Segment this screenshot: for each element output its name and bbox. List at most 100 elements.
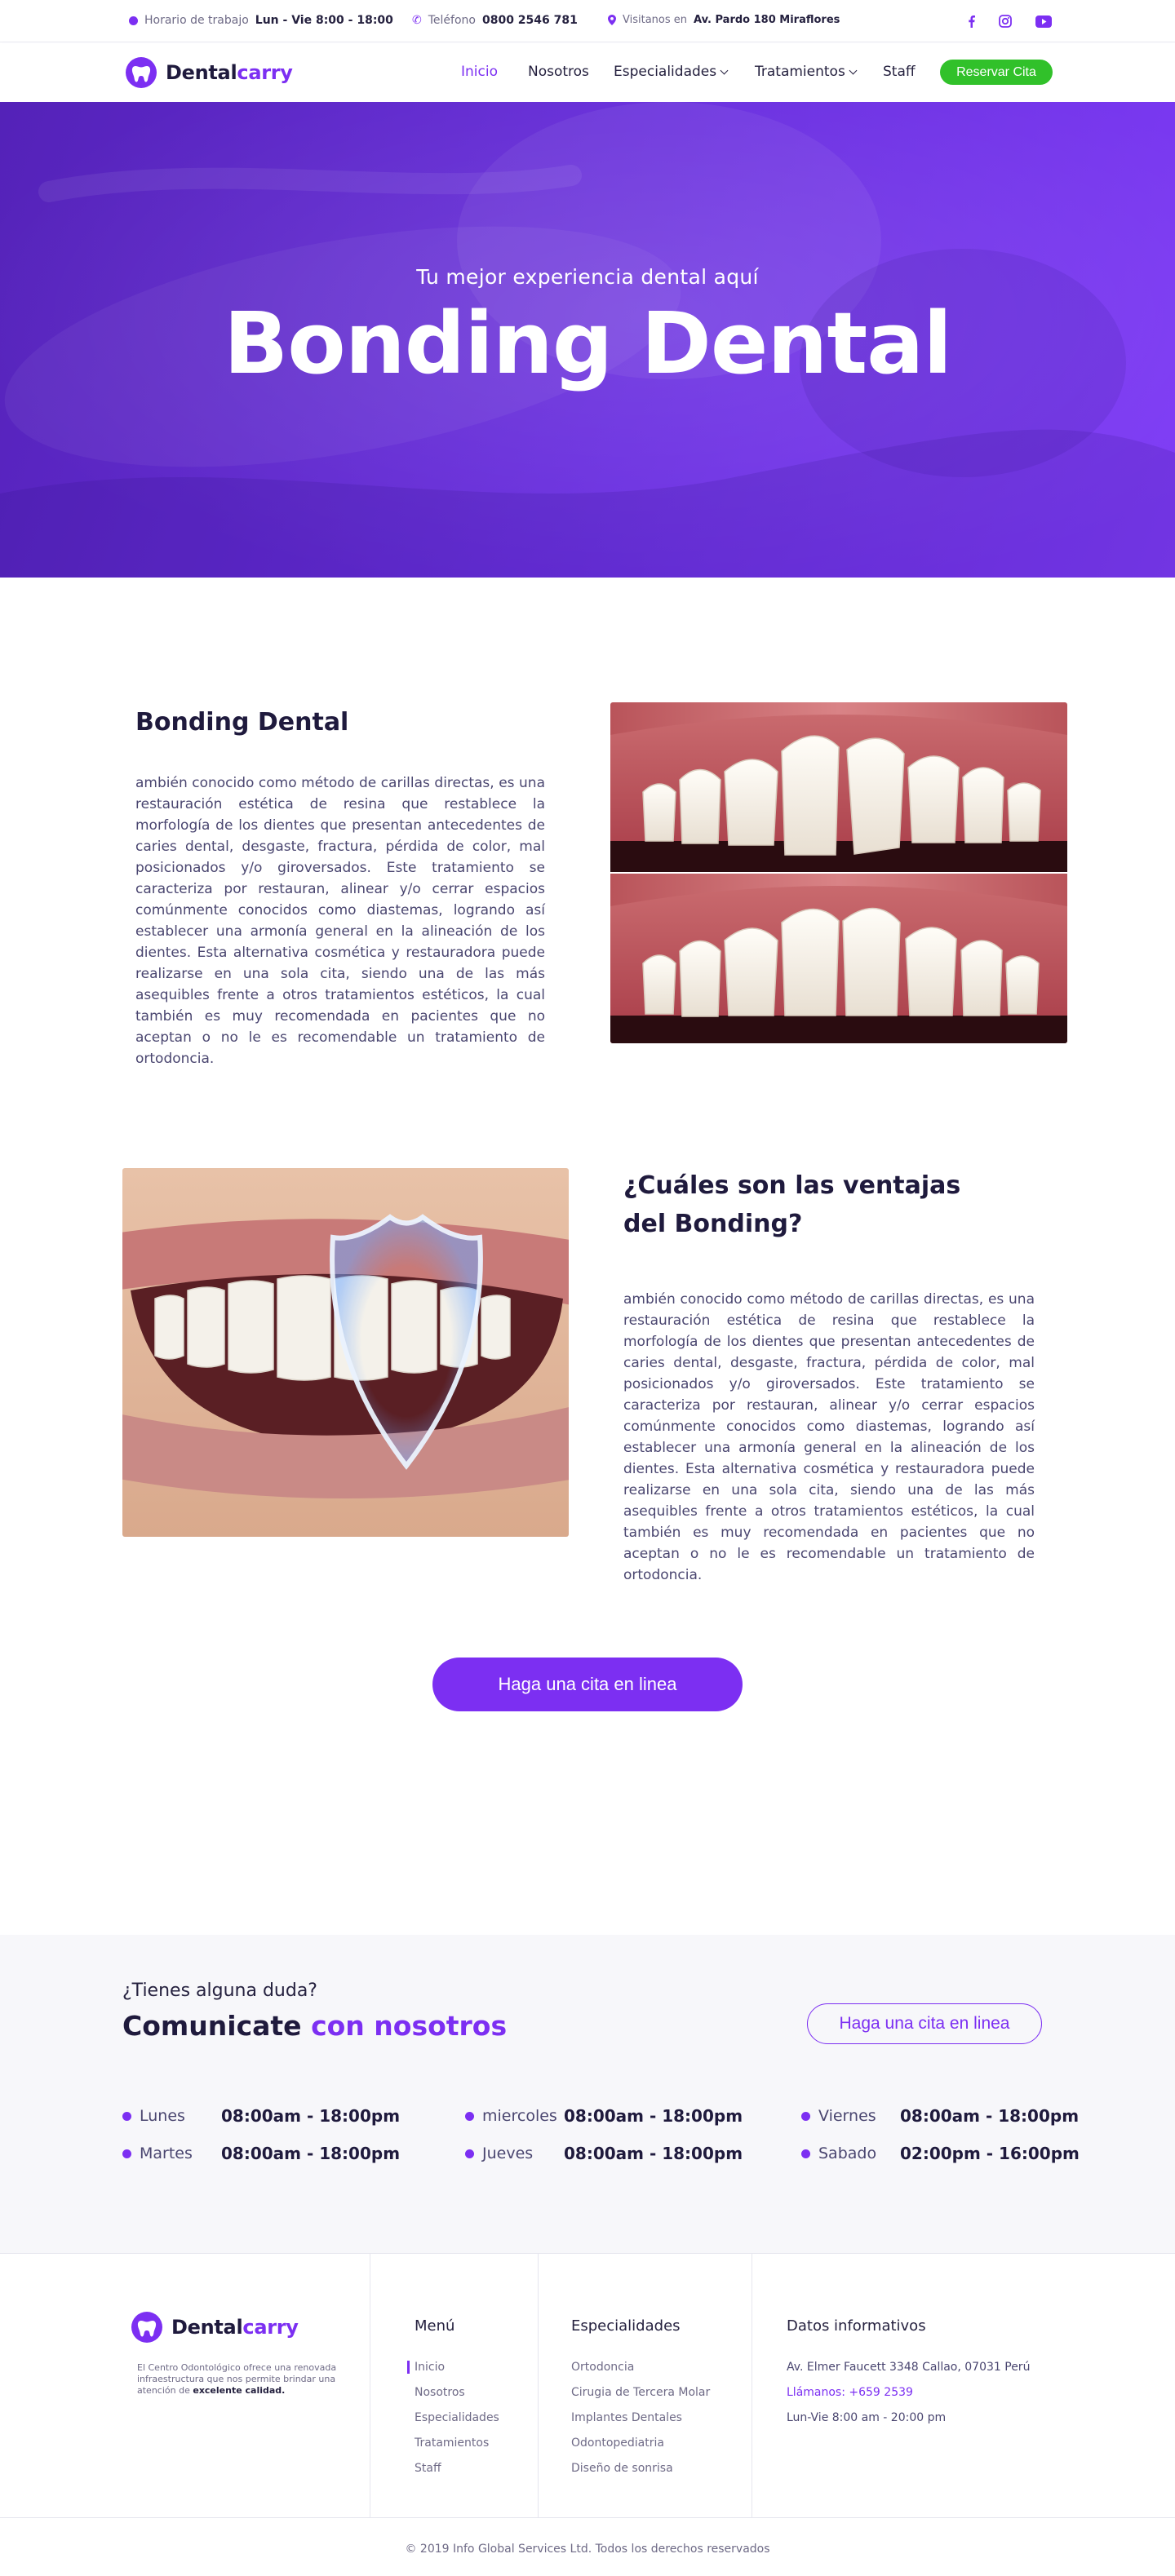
schedule-item: Jueves 08:00am - 18:00pm (465, 2144, 743, 2163)
bullet-icon (801, 2149, 810, 2158)
brand-name: Dentalcarry (166, 61, 293, 84)
footer-menu-tratamientos[interactable]: Tratamientos (415, 2437, 489, 2450)
footer-specialties-title: Especialidades (571, 2317, 681, 2335)
schedule-day: Martes (140, 2144, 193, 2162)
contact-title-part2: con nosotros (311, 2010, 508, 2042)
section1-body: ambién conocido como método de carillas … (135, 775, 545, 1067)
chevron-down-icon (849, 66, 858, 74)
section2-title-line2: del Bonding? (623, 1210, 803, 1238)
footer-logo[interactable]: Dentalcarry (131, 2311, 299, 2344)
address-value: Av. Pardo 180 Miraflores (694, 14, 840, 26)
footer-divider (538, 2254, 539, 2517)
schedule-day: Sabado (818, 2144, 877, 2162)
contact-title-part1: Comunicate (122, 2010, 302, 2042)
schedule-day: miercoles (482, 2107, 557, 2125)
tooth-logo-icon (131, 2312, 162, 2343)
schedule-hours: 08:00am - 18:00pm (564, 2144, 743, 2163)
bullet-icon (122, 2111, 131, 2121)
bullet-icon (465, 2149, 474, 2158)
phone-info[interactable]: ✆ Teléfono 0800 2546 781 (412, 14, 578, 27)
nav-inicio[interactable]: Inicio (461, 64, 498, 80)
reservar-cita-button[interactable]: Reservar Cita (940, 60, 1053, 85)
brand-logo[interactable]: Dentalcarry (125, 56, 293, 89)
working-hours-label: Horario de trabajo (144, 14, 249, 27)
schedule-item: miercoles 08:00am - 18:00pm (465, 2106, 743, 2126)
main-navbar: Dentalcarry Inicio Nosotros Especialidad… (0, 43, 1175, 102)
contact-appointment-button[interactable]: Haga una cita en linea (807, 2003, 1042, 2044)
brand-name-part2: carry (237, 61, 293, 84)
location-pin-icon (608, 15, 616, 25)
schedule-hours: 08:00am - 18:00pm (221, 2106, 401, 2126)
footer-description: El Centro Odontológico ofrece una renova… (137, 2362, 339, 2397)
schedule-day: Jueves (482, 2144, 534, 2162)
footer-address: Av. Elmer Faucett 3348 Callao, 07031 Per… (787, 2361, 1031, 2374)
brand-name-part1: Dental (171, 2316, 243, 2339)
facebook-icon[interactable] (962, 12, 980, 30)
footer-divider (0, 2517, 1175, 2518)
footer-description-bold: excelente calidad. (193, 2385, 286, 2396)
nav-tratamientos-label: Tratamientos (755, 64, 845, 80)
before-after-teeth-image (610, 702, 1067, 1043)
hero-banner: Tu mejor experiencia dental aquí Bonding… (0, 102, 1175, 578)
section2-title: ¿Cuáles son las ventajas del Bonding? (623, 1166, 960, 1243)
address-label: Visitanos en (623, 14, 688, 26)
footer-info-title: Datos informativos (787, 2317, 926, 2335)
schedule-item: Sabado 02:00pm - 16:00pm (801, 2144, 1080, 2163)
footer-specialty-link[interactable]: Diseño de sonrisa (571, 2462, 673, 2475)
footer-menu-staff[interactable]: Staff (415, 2462, 441, 2475)
footer-hours: Lun-Vie 8:00 am - 20:00 pm (787, 2411, 947, 2424)
online-appointment-button[interactable]: Haga una cita en linea (432, 1658, 743, 1711)
footer-specialty-link[interactable]: Implantes Dentales (571, 2411, 682, 2424)
phone-value[interactable]: 0800 2546 781 (482, 14, 578, 27)
schedule-day: Lunes (140, 2107, 185, 2125)
footer-specialty-link[interactable]: Cirugia de Tercera Molar (571, 2386, 710, 2399)
section2-title-line1: ¿Cuáles son las ventajas (623, 1171, 961, 1200)
footer-menu-nosotros[interactable]: Nosotros (415, 2386, 465, 2399)
instagram-icon[interactable] (996, 12, 1014, 30)
hero-title: Bonding Dental (224, 294, 952, 393)
brand-name-part2: carry (242, 2316, 299, 2339)
nav-tratamientos[interactable]: Tratamientos (755, 64, 858, 80)
working-hours: Horario de trabajo Lun - Vie 8:00 - 18:0… (129, 14, 393, 27)
schedule-item: Lunes 08:00am - 18:00pm (122, 2106, 400, 2126)
footer-specialty-link[interactable]: Ortodoncia (571, 2361, 634, 2374)
schedule-hours: 08:00am - 18:00pm (564, 2106, 743, 2126)
top-info-bar: Horario de trabajo Lun - Vie 8:00 - 18:0… (0, 0, 1175, 42)
nav-nosotros[interactable]: Nosotros (528, 64, 589, 80)
contact-question: ¿Tienes alguna duda? (122, 1981, 317, 2001)
schedule-hours: 08:00am - 18:00pm (221, 2144, 401, 2163)
youtube-icon[interactable] (1035, 12, 1053, 30)
hero-subtitle: Tu mejor experiencia dental aquí (416, 265, 759, 289)
phone-icon: ✆ (412, 14, 422, 27)
schedule-day: Viernes (818, 2107, 876, 2125)
nav-staff-label: Staff (883, 64, 916, 80)
address-info: Visitanos en Av. Pardo 180 Miraflores (608, 14, 840, 26)
section1-title: Bonding Dental (135, 708, 349, 737)
footer-menu-inicio[interactable]: Inicio (407, 2361, 445, 2374)
footer-phone[interactable]: Llámanos: +659 2539 (787, 2386, 913, 2399)
phone-label: Teléfono (428, 14, 476, 27)
footer-menu-especialidades[interactable]: Especialidades (415, 2411, 499, 2424)
nav-staff[interactable]: Staff (883, 64, 916, 80)
nav-inicio-label: Inicio (461, 64, 498, 80)
footer-menu-title: Menú (415, 2317, 455, 2335)
working-hours-value: Lun - Vie 8:00 - 18:00 (255, 14, 393, 27)
bullet-icon (465, 2111, 474, 2121)
footer-specialty-link[interactable]: Odontopediatria (571, 2437, 664, 2450)
bullet-icon (122, 2149, 131, 2158)
nav-nosotros-label: Nosotros (528, 64, 589, 80)
smile-shield-image (122, 1168, 569, 1537)
contact-title: Comunicate con nosotros (122, 2010, 507, 2042)
site-footer: Dentalcarry El Centro Odontológico ofrec… (0, 2253, 1175, 2576)
nav-especialidades-label: Especialidades (614, 64, 717, 80)
contact-section: ¿Tienes alguna duda? Comunicate con noso… (0, 1935, 1175, 2253)
schedule-hours: 02:00pm - 16:00pm (900, 2144, 1080, 2163)
schedule-item: Viernes 08:00am - 18:00pm (801, 2106, 1079, 2126)
schedule-hours: 08:00am - 18:00pm (900, 2106, 1080, 2126)
nav-especialidades[interactable]: Especialidades (614, 64, 729, 80)
footer-brand-name: Dentalcarry (171, 2316, 299, 2339)
bullet-icon (801, 2111, 810, 2121)
schedule-item: Martes 08:00am - 18:00pm (122, 2144, 400, 2163)
brand-name-part1: Dental (166, 61, 237, 84)
clock-icon (129, 15, 138, 25)
